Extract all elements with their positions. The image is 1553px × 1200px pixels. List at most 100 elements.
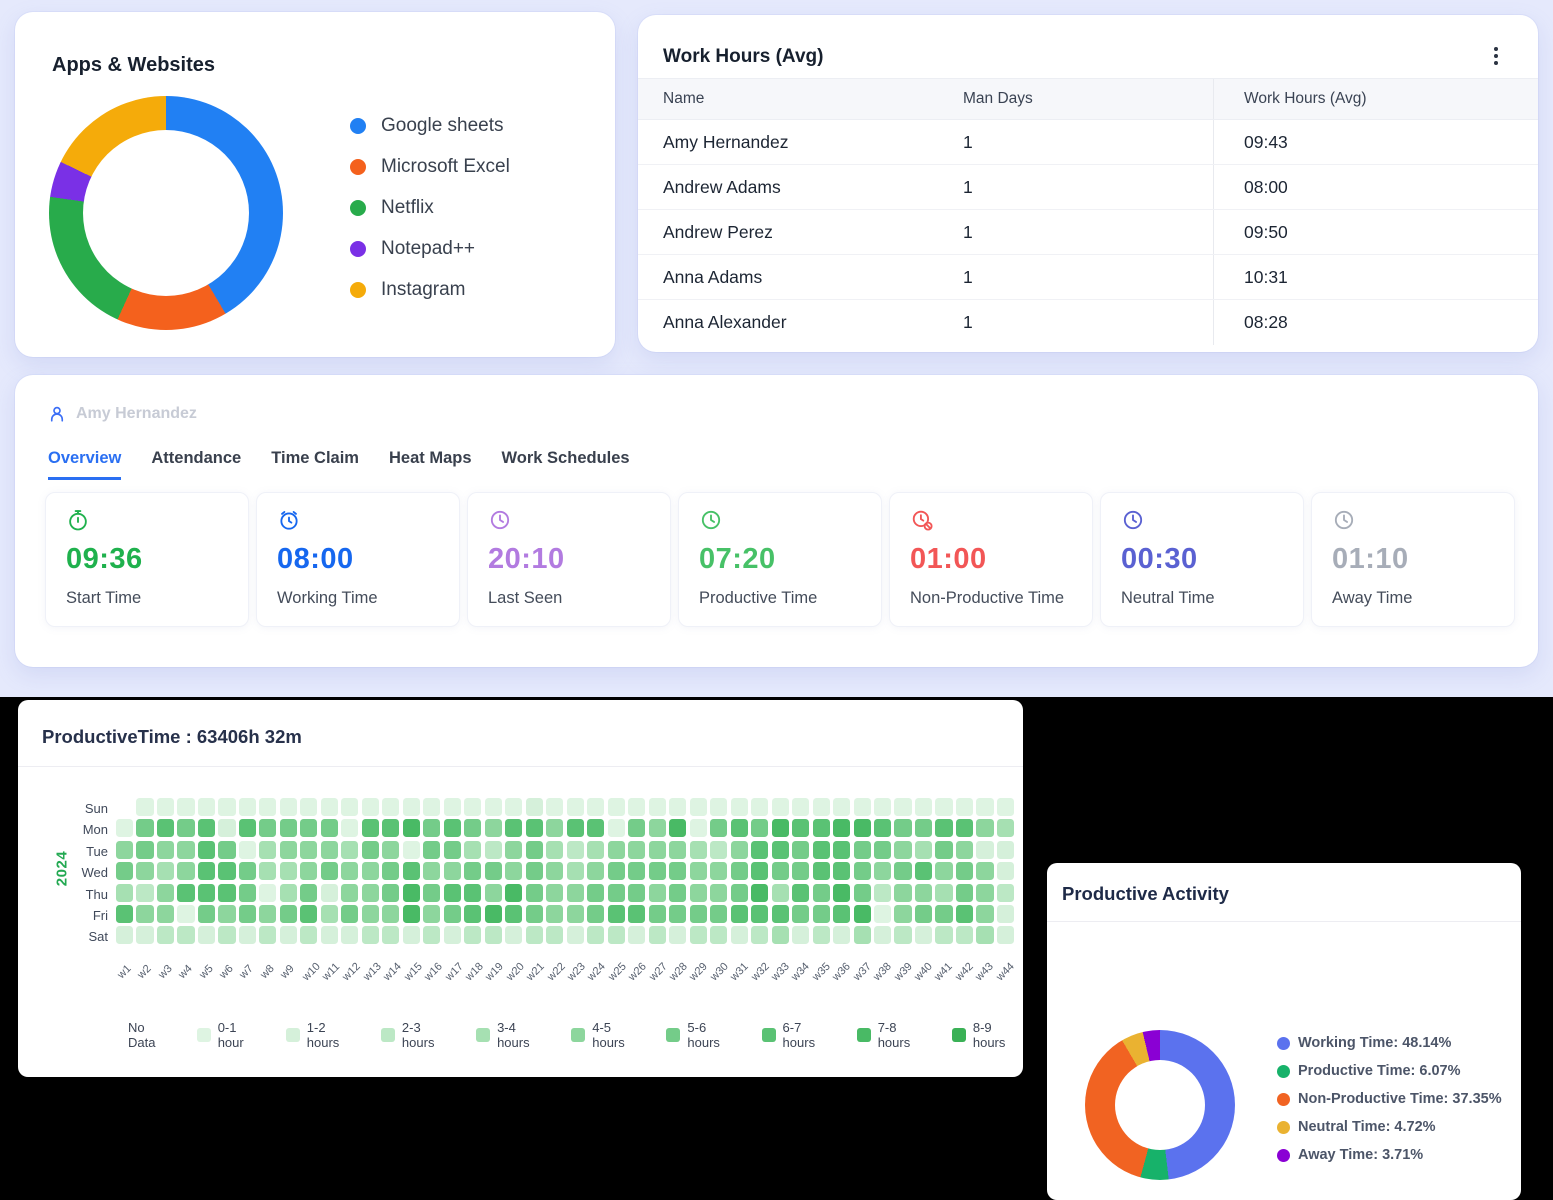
heatmap-cell[interactable] bbox=[546, 841, 563, 859]
heatmap-cell[interactable] bbox=[649, 841, 666, 859]
heatmap-cell[interactable] bbox=[628, 926, 645, 944]
heatmap-cell[interactable] bbox=[403, 841, 420, 859]
heatmap-cell[interactable] bbox=[485, 862, 502, 880]
heatmap-cell[interactable] bbox=[997, 926, 1014, 944]
heatmap-cell[interactable] bbox=[854, 819, 871, 837]
heatmap-cell[interactable] bbox=[894, 862, 911, 880]
heatmap-cell[interactable] bbox=[772, 905, 789, 923]
heatmap-cell[interactable] bbox=[423, 798, 440, 816]
heatmap-cell[interactable] bbox=[341, 819, 358, 837]
heatmap-cell[interactable] bbox=[444, 862, 461, 880]
heatmap-cell[interactable] bbox=[403, 905, 420, 923]
table-row[interactable]: Anna Alexander108:28 bbox=[638, 300, 1538, 345]
heatmap-cell[interactable] bbox=[587, 819, 604, 837]
heatmap-cell[interactable] bbox=[403, 798, 420, 816]
heatmap-cell[interactable] bbox=[198, 862, 215, 880]
heatmap-cell[interactable] bbox=[874, 798, 891, 816]
heatmap-cell[interactable] bbox=[772, 819, 789, 837]
heatmap-cell[interactable] bbox=[444, 841, 461, 859]
heatmap-cell[interactable] bbox=[300, 862, 317, 880]
legend-item[interactable]: Productive Time: 6.07% bbox=[1277, 1063, 1502, 1079]
heatmap-cell[interactable] bbox=[649, 798, 666, 816]
heatmap-cell[interactable] bbox=[116, 798, 133, 816]
heatmap-cell[interactable] bbox=[710, 819, 727, 837]
heatmap-cell[interactable] bbox=[751, 905, 768, 923]
tab-attendance[interactable]: Attendance bbox=[151, 449, 241, 480]
heatmap-cell[interactable] bbox=[894, 905, 911, 923]
heatmap-cell[interactable] bbox=[157, 862, 174, 880]
heatmap-cell[interactable] bbox=[894, 798, 911, 816]
heatmap-cell[interactable] bbox=[341, 841, 358, 859]
heatmap-cell[interactable] bbox=[731, 841, 748, 859]
heatmap-cell[interactable] bbox=[731, 862, 748, 880]
heatmap-cell[interactable] bbox=[628, 819, 645, 837]
table-row[interactable]: Andrew Perez109:50 bbox=[638, 210, 1538, 255]
heatmap-cell[interactable] bbox=[505, 819, 522, 837]
heatmap-cell[interactable] bbox=[915, 819, 932, 837]
heatmap-cell[interactable] bbox=[485, 905, 502, 923]
heatmap-cell[interactable] bbox=[362, 884, 379, 902]
heatmap-cell[interactable] bbox=[546, 926, 563, 944]
heatmap-cell[interactable] bbox=[710, 798, 727, 816]
heatmap-cell[interactable] bbox=[710, 905, 727, 923]
heatmap-cell[interactable] bbox=[608, 862, 625, 880]
heatmap-cell[interactable] bbox=[915, 798, 932, 816]
heatmap-cell[interactable] bbox=[546, 819, 563, 837]
heatmap-cell[interactable] bbox=[116, 862, 133, 880]
heatmap-cell[interactable] bbox=[690, 841, 707, 859]
heatmap-cell[interactable] bbox=[935, 819, 952, 837]
heatmap-cell[interactable] bbox=[177, 798, 194, 816]
heatmap-cell[interactable] bbox=[362, 798, 379, 816]
heatmap-cell[interactable] bbox=[157, 926, 174, 944]
heatmap-cell[interactable] bbox=[649, 862, 666, 880]
heatmap-cell[interactable] bbox=[444, 884, 461, 902]
heatmap-cell[interactable] bbox=[833, 841, 850, 859]
heatmap-cell[interactable] bbox=[157, 905, 174, 923]
heatmap-cell[interactable] bbox=[792, 819, 809, 837]
heatmap-cell[interactable] bbox=[341, 905, 358, 923]
heatmap-cell[interactable] bbox=[218, 819, 235, 837]
heatmap-cell[interactable] bbox=[813, 884, 830, 902]
heatmap-cell[interactable] bbox=[731, 926, 748, 944]
heatmap-cell[interactable] bbox=[362, 862, 379, 880]
heatmap-cell[interactable] bbox=[505, 798, 522, 816]
heatmap-cell[interactable] bbox=[690, 819, 707, 837]
legend-item[interactable]: Notepad++ bbox=[350, 238, 510, 260]
heatmap-cell[interactable] bbox=[218, 798, 235, 816]
heatmap-cell[interactable] bbox=[813, 862, 830, 880]
heatmap-cell[interactable] bbox=[649, 884, 666, 902]
heatmap-cell[interactable] bbox=[136, 798, 153, 816]
heatmap-cell[interactable] bbox=[239, 862, 256, 880]
legend-item[interactable]: Netflix bbox=[350, 197, 510, 219]
heatmap-cell[interactable] bbox=[792, 926, 809, 944]
heatmap-cell[interactable] bbox=[157, 884, 174, 902]
heatmap-cell[interactable] bbox=[280, 884, 297, 902]
heatmap-cell[interactable] bbox=[526, 841, 543, 859]
heatmap-cell[interactable] bbox=[587, 841, 604, 859]
heatmap-cell[interactable] bbox=[567, 819, 584, 837]
heatmap-cell[interactable] bbox=[997, 884, 1014, 902]
heatmap-cell[interactable] bbox=[772, 884, 789, 902]
heatmap-cell[interactable] bbox=[423, 862, 440, 880]
heatmap-cell[interactable] bbox=[894, 841, 911, 859]
heatmap-cell[interactable] bbox=[976, 798, 993, 816]
heatmap-cell[interactable] bbox=[628, 884, 645, 902]
heatmap-cell[interactable] bbox=[444, 905, 461, 923]
heatmap-cell[interactable] bbox=[239, 819, 256, 837]
heatmap-cell[interactable] bbox=[751, 862, 768, 880]
heatmap-cell[interactable] bbox=[136, 884, 153, 902]
heatmap-cell[interactable] bbox=[976, 884, 993, 902]
legend-item[interactable]: Google sheets bbox=[350, 115, 510, 137]
heatmap-cell[interactable] bbox=[669, 819, 686, 837]
legend-item[interactable]: Non-Productive Time: 37.35% bbox=[1277, 1091, 1502, 1107]
heatmap-cell[interactable] bbox=[731, 884, 748, 902]
heatmap-cell[interactable] bbox=[690, 798, 707, 816]
heatmap-cell[interactable] bbox=[874, 884, 891, 902]
heatmap-cell[interactable] bbox=[587, 884, 604, 902]
heatmap-cell[interactable] bbox=[915, 905, 932, 923]
heatmap-cell[interactable] bbox=[280, 905, 297, 923]
heatmap-cell[interactable] bbox=[669, 926, 686, 944]
heatmap-cell[interactable] bbox=[854, 926, 871, 944]
heatmap-cell[interactable] bbox=[976, 841, 993, 859]
heatmap-cell[interactable] bbox=[690, 926, 707, 944]
